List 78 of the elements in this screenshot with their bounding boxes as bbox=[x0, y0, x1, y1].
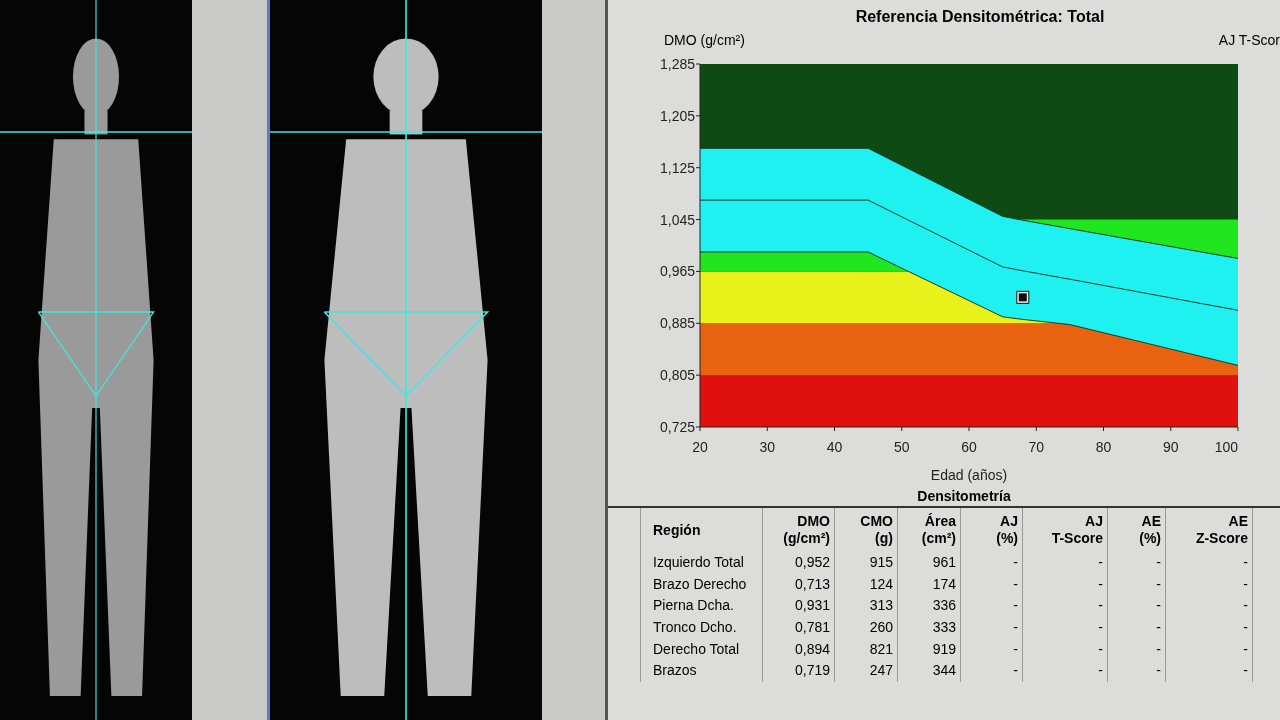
table-cell-text: 174 bbox=[931, 574, 956, 594]
x-tick-label: 30 bbox=[759, 439, 776, 455]
y-tick-label: 0,965 bbox=[659, 263, 695, 280]
table-cell-text: 919 bbox=[931, 639, 956, 659]
table-cell-text: - bbox=[1242, 553, 1248, 572]
table-cell-text: Izquierdo Total bbox=[652, 553, 745, 572]
table-cell-text: 915 bbox=[868, 553, 893, 572]
table-cell-text: - bbox=[1155, 618, 1161, 638]
table-cell-text: - bbox=[1242, 661, 1248, 681]
table-cell-text: Tronco Dcho. bbox=[652, 618, 738, 638]
right-axis-label: AJ T-Scor bbox=[1218, 32, 1280, 48]
table-cell-text: 333 bbox=[931, 618, 956, 638]
table-cell-text: - bbox=[1097, 618, 1103, 638]
table-cell-text: - bbox=[1097, 596, 1103, 616]
table-cell-text: 247 bbox=[868, 661, 893, 681]
table-cell-text: - bbox=[1155, 661, 1161, 681]
table-cell-text: Pierna Dcha. bbox=[652, 596, 735, 616]
column-header: DMO (g/cm²) bbox=[783, 513, 830, 547]
x-tick-label: 60 bbox=[961, 439, 977, 455]
table-cell-text: - bbox=[1097, 553, 1103, 572]
table-cell-text: Derecho Total bbox=[652, 639, 741, 659]
table-cell-text: - bbox=[1155, 574, 1161, 594]
table-cell-text: 961 bbox=[931, 553, 956, 572]
y-tick-label: 1,205 bbox=[659, 107, 695, 124]
table-cell-text: - bbox=[1012, 661, 1018, 681]
table-title: Densitometría bbox=[608, 482, 1280, 508]
table-cell-text: - bbox=[1097, 639, 1103, 659]
table-cell-text: - bbox=[1012, 639, 1018, 659]
column-header: AJ T-Score bbox=[1051, 513, 1103, 547]
table-cell-text: - bbox=[1012, 553, 1018, 572]
table-cell-text: 0,931 bbox=[793, 596, 830, 616]
x-tick-label: 20 bbox=[692, 439, 708, 455]
x-tick-label: 100 bbox=[1214, 439, 1238, 455]
table-cell-text: 0,781 bbox=[793, 618, 830, 638]
table-cell-text: 0,713 bbox=[793, 574, 830, 594]
column-header: CMO (g) bbox=[860, 513, 893, 547]
y-tick-label: 1,045 bbox=[659, 211, 695, 228]
x-tick-label: 40 bbox=[826, 439, 843, 455]
table-cell-text: - bbox=[1242, 596, 1248, 616]
table-cell-text: 344 bbox=[931, 661, 956, 681]
table-cell-text: - bbox=[1012, 596, 1018, 616]
table-cell-text: - bbox=[1242, 574, 1248, 594]
y-tick-label: 0,885 bbox=[659, 315, 695, 332]
table-cell-text: - bbox=[1155, 596, 1161, 616]
chart-title: Referencia Densitométrica: Total bbox=[854, 7, 1106, 27]
table-cell-text: - bbox=[1097, 661, 1103, 681]
table-cell-text: Brazos bbox=[652, 661, 698, 681]
table-cell-text: 0,719 bbox=[793, 661, 830, 681]
table-cell-text: - bbox=[1155, 553, 1161, 572]
table-cell-text: 124 bbox=[868, 574, 893, 594]
x-tick-label: 50 bbox=[893, 439, 910, 455]
y-tick-label: 1,125 bbox=[659, 159, 695, 176]
table-cell-text: - bbox=[1097, 574, 1103, 594]
table-cell-text: 336 bbox=[931, 596, 956, 616]
x-axis-label: Edad (años) bbox=[930, 467, 1008, 483]
y-axis-label: DMO (g/cm²) bbox=[664, 32, 745, 48]
table-cell-text: - bbox=[1012, 574, 1018, 594]
table-cell-text: 0,894 bbox=[793, 639, 830, 659]
column-header: AJ (%) bbox=[996, 513, 1018, 547]
table-cell-text: - bbox=[1155, 639, 1161, 659]
x-tick-label: 70 bbox=[1028, 439, 1045, 455]
x-tick-label: 90 bbox=[1162, 439, 1179, 455]
column-header: Área (cm²) bbox=[921, 513, 956, 547]
table-cell-text: 0,952 bbox=[793, 553, 830, 572]
y-tick-label: 0,805 bbox=[659, 367, 695, 384]
table-cell-text: - bbox=[1242, 639, 1248, 659]
column-header: AE Z-Score bbox=[1195, 513, 1248, 547]
table-cell-text: 260 bbox=[868, 618, 893, 638]
column-header: Región bbox=[653, 521, 701, 539]
column-header: AE (%) bbox=[1139, 513, 1161, 547]
y-tick-label: 1,285 bbox=[659, 56, 695, 72]
x-tick-label: 80 bbox=[1095, 439, 1112, 455]
table-cell-text: 821 bbox=[868, 639, 893, 659]
y-tick-label: 0,725 bbox=[659, 419, 695, 435]
table-cell-text: Brazo Derecho bbox=[652, 574, 748, 594]
table-cell-text: 313 bbox=[868, 596, 893, 616]
table-cell-text: - bbox=[1012, 618, 1018, 638]
table-cell-text: - bbox=[1242, 618, 1248, 638]
